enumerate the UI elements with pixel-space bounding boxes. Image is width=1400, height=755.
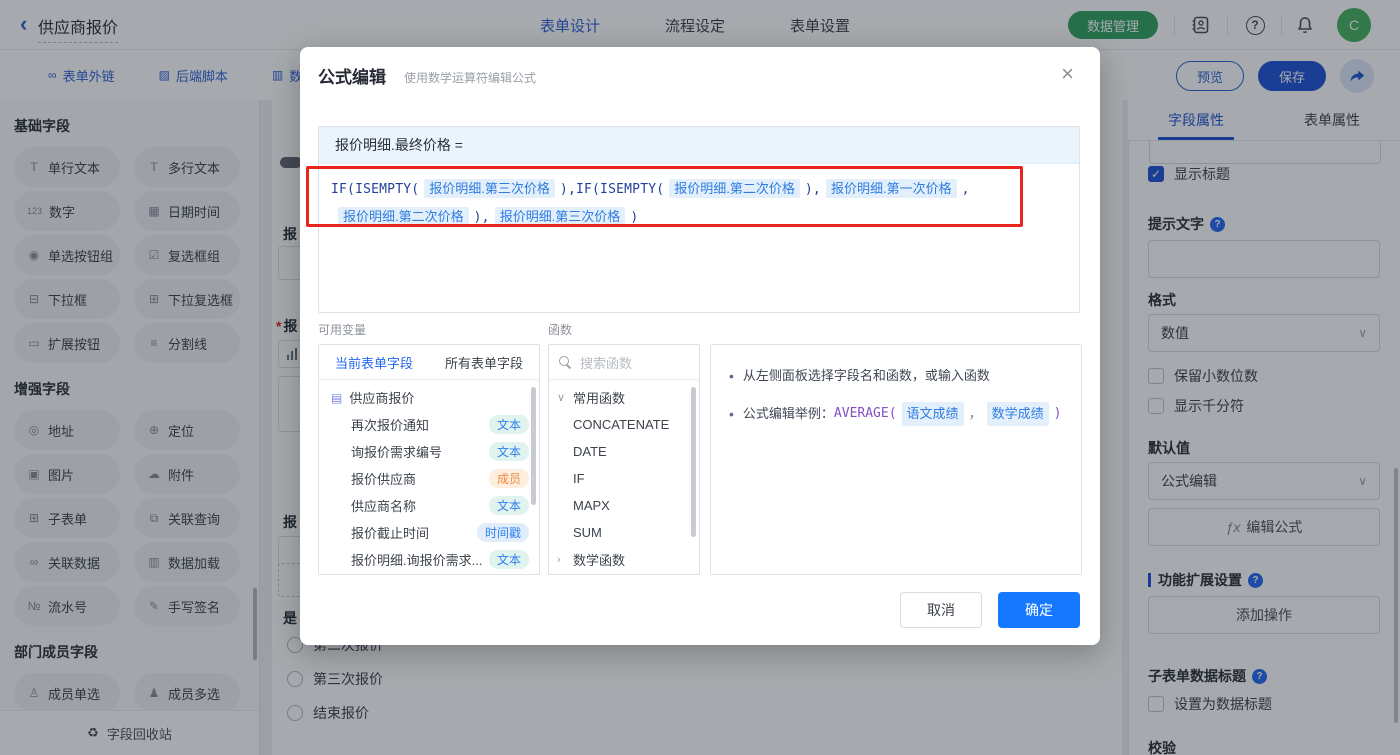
variable-row-报价供应商[interactable]: 报价供应商 成员 (319, 465, 539, 492)
field-token[interactable]: 报价明细.第二次价格 (669, 179, 800, 198)
function-token: ), (804, 182, 821, 197)
function-token: , (961, 182, 970, 197)
type-badge: 成员 (488, 469, 529, 488)
example-function-close: ) (1053, 406, 1062, 421)
cancel-button[interactable]: 取消 (900, 592, 982, 628)
form-doc-icon: ▤ (331, 390, 343, 405)
variables-label: 可用变量 (318, 323, 367, 337)
tips-panel: • 从左侧面板选择字段名和函数，或输入函数 • 公式编辑举例： AVERAGE( 语… (710, 344, 1082, 575)
close-icon[interactable]: × (1061, 61, 1074, 87)
variable-label: 供应商报价 (349, 391, 415, 406)
modal-subtitle: 使用数学运算符编辑公式 (404, 71, 537, 85)
field-token[interactable]: 报价明细.第二次价格 (338, 207, 469, 226)
function-item-MAPX[interactable]: MAPX (549, 492, 699, 519)
type-badge: 文本 (488, 496, 529, 515)
field-token[interactable]: 报价明细.第一次价格 (825, 179, 957, 198)
tip-example-prefix: 公式编辑举例： (742, 406, 834, 421)
variable-row-报价明细.询报价需求...[interactable]: 报价明细.询报价需求... 文本 (319, 546, 539, 573)
variable-row-供应商报价[interactable]: ▤ 供应商报价 (319, 384, 539, 411)
function-token: ),IF(ISEMPTY( (559, 182, 665, 197)
modal-title: 公式编辑 (318, 68, 386, 87)
variables-list: ▤ 供应商报价 再次报价通知 文本 询报价需求编号 文本 报价供应商 成员 供应商名称 文本 报价截… (319, 380, 539, 573)
functions-label: 函数 (548, 323, 573, 337)
function-item-IF[interactable]: IF (549, 465, 699, 492)
example-function-open: AVERAGE( (833, 406, 897, 421)
function-group-label: 常用函数 (573, 391, 626, 406)
function-token: ), (473, 210, 490, 225)
function-group-label: 数学函数 (573, 553, 626, 568)
variable-row-报价截止时间[interactable]: 报价截止时间 时间戳 (319, 519, 539, 546)
formula-editor-box[interactable]: 报价明细.最终价格 = IF(ISEMPTY(报价明细.第三次价格),IF(IS… (318, 126, 1080, 313)
search-icon (559, 355, 572, 369)
function-token: ) (630, 210, 639, 225)
chevron-down-icon: ∨ (557, 392, 566, 404)
type-badge: 文本 (488, 442, 529, 461)
functions-scrollbar[interactable] (691, 387, 696, 537)
function-item-CONCATENATE[interactable]: CONCATENATE (549, 411, 699, 438)
field-token[interactable]: 报价明细.第三次价格 (424, 179, 555, 198)
function-item-DATE[interactable]: DATE (549, 438, 699, 465)
formula-target: 报价明细.最终价格 = (319, 127, 1079, 164)
variable-row-询报价需求编号[interactable]: 询报价需求编号 文本 (319, 438, 539, 465)
function-item-SUM[interactable]: SUM (549, 519, 699, 546)
function-token: IF(ISEMPTY( (331, 182, 420, 197)
example-field-token: 语文成绩 (901, 402, 964, 426)
chevron-right-icon: › (557, 553, 561, 566)
variables-tab-所有表单字段[interactable]: 所有表单字段 (429, 345, 539, 379)
variable-label: 询报价需求编号 (351, 445, 443, 460)
example-separator: ， (968, 406, 982, 421)
function-group-数学函数[interactable]: › 数学函数 (549, 546, 699, 573)
variables-tabs: 当前表单字段 所有表单字段 (319, 345, 539, 380)
ok-button[interactable]: 确定 (998, 592, 1080, 628)
type-badge: 时间戳 (476, 523, 529, 542)
variable-label: 报价供应商 (351, 472, 417, 487)
function-group-常用函数[interactable]: ∨ 常用函数 (549, 384, 699, 411)
type-badge: 文本 (488, 415, 529, 434)
functions-list: ∨ 常用函数 CONCATENATEDATEIFMAPXSUM › 数学函数 ›文本函数 (549, 380, 699, 574)
field-token[interactable]: 报价明细.第三次价格 (494, 207, 626, 226)
variable-row-供应商名称[interactable]: 供应商名称 文本 (319, 492, 539, 519)
variable-label: 供应商名称 (351, 499, 417, 514)
variable-row-再次报价通知[interactable]: 再次报价通知 文本 (319, 411, 539, 438)
formula-expression[interactable]: IF(ISEMPTY( 报价明细.第三次价格 ),IF(ISEMPTY( 报价明细.第… (319, 164, 1079, 242)
tip-line-1: • 从左侧面板选择字段名和函数，或输入函数 (729, 365, 1063, 387)
variables-scrollbar[interactable] (531, 387, 536, 505)
function-group-文本函数[interactable]: ›文本函数 (549, 573, 699, 574)
variable-label: 再次报价通知 (351, 418, 430, 433)
type-badge: 文本 (488, 550, 529, 569)
bullet-icon: • (729, 368, 734, 384)
functions-panel: 搜索函数 ∨常用函数CONCATENATEDATEIFMAPXSUM›数学函数›… (548, 344, 700, 575)
tip-line-2: • 公式编辑举例： AVERAGE( 语文成绩 ， 数学成绩) (729, 402, 1063, 426)
bullet-icon: • (729, 406, 734, 422)
formula-editor-modal: 公式编辑 使用数学运算符编辑公式 × 报价明细.最终价格 = IF(ISEMPT… (300, 47, 1100, 645)
formula-line-2: 报价明细.第二次价格), 报价明细.第三次价格) (331, 203, 1067, 231)
function-search-input[interactable]: 搜索函数 (549, 345, 699, 380)
variables-tab-当前表单字段[interactable]: 当前表单字段 (319, 345, 429, 379)
variable-label: 报价明细.询报价需求... (351, 553, 483, 568)
formula-line-1: IF(ISEMPTY( 报价明细.第三次价格 ),IF(ISEMPTY( 报价明细.第… (331, 175, 1067, 203)
variables-panel: 当前表单字段 所有表单字段 ▤ 供应商报价 再次报价通知 文本 询报价需求编号 文本 报价供应… (318, 344, 540, 575)
variable-label: 报价截止时间 (351, 526, 430, 541)
example-field-token: 数学成绩 (986, 402, 1049, 426)
